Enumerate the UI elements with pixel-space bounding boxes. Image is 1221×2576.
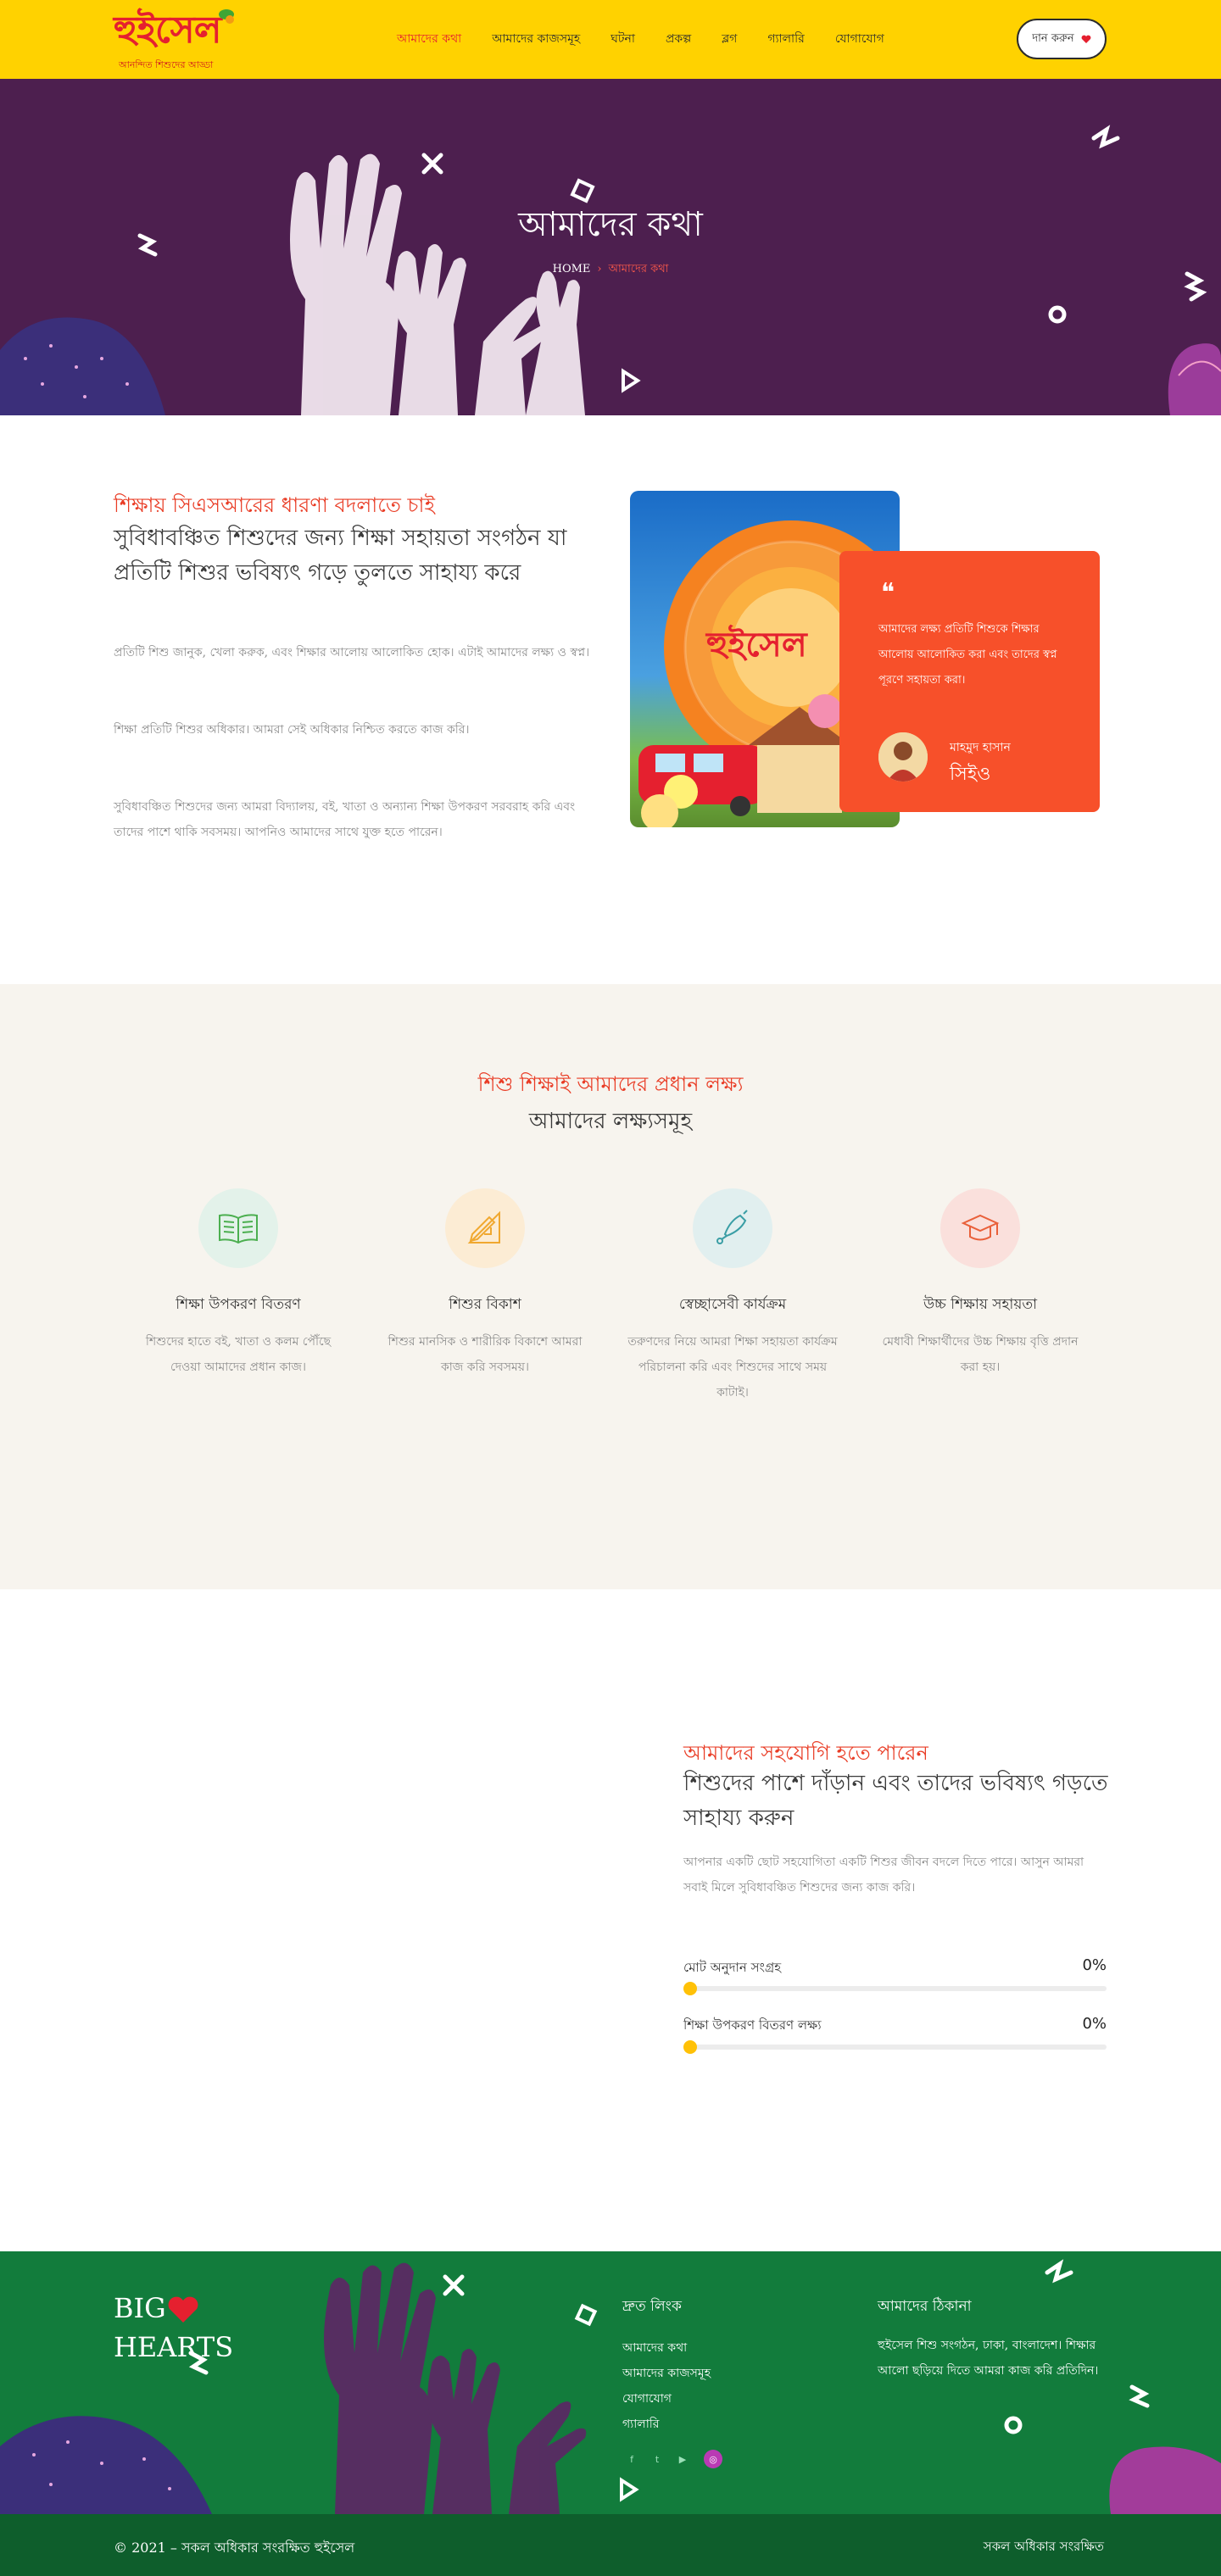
about-title: সুবিধাবঞ্চিত শিশুদের জন্য শিক্ষা সহায়তা… [114,526,567,586]
copyright-text: © 2021 – সকল অধিকার সংরক্ষিত হুইসেল [114,2540,355,2556]
quote-card: ❝ আমাদের লক্ষ্য প্রতিটি শিশুকে শিক্ষার আ… [839,551,1100,812]
breadcrumb: HOME › আমাদের কথা [0,261,1221,279]
breadcrumb-separator: › [597,263,602,275]
facebook-icon[interactable]: f [622,2450,641,2468]
graduation-cap-icon [940,1188,1020,1268]
feature-card: শিক্ষা উপকরণ বিতরণ শিশুদের হাতে বই, খাতা… [132,1188,344,1380]
footer-link[interactable]: আমাদের কথা [622,2338,687,2358]
page-title: আমাদের কথা [518,205,703,244]
support-paragraph: আপনার একটি ছোট সহযোগিতা একটি শিশুর জীবন … [683,1855,1084,1894]
nav-item-projects[interactable]: প্রকল্প [650,29,706,49]
support-title: শিশুদের পাশে দাঁড়ান এবং তাদের ভবিষ্যৎ গ… [683,1771,1108,1831]
quote-author-name: মাহমুদ হাসান [950,741,1011,754]
ruler-pencil-icon [445,1188,525,1268]
leaf-icon [219,9,234,24]
nav-item-blog[interactable]: ব্লগ [706,29,752,49]
feature-title: শিশুর বিকাশ [449,1296,521,1313]
progress-handle [683,2040,697,2054]
feature-text: শিশুর মানসিক ও শারীরিক বিকাশে আমরা কাজ ক… [387,1335,583,1374]
feature-card: উচ্চ শিক্ষায় সহায়তা মেধাবী শিক্ষার্থীদ… [874,1188,1086,1380]
twitter-icon[interactable]: t [648,2450,666,2468]
nav-item-contact[interactable]: যোগাযোগ [820,29,900,49]
nav-item-gallery[interactable]: গ্যালারি [752,29,820,49]
feature-title: উচ্চ শিক্ষায় সহায়তা [923,1296,1038,1313]
bell-icon [693,1188,772,1268]
avatar [878,732,928,782]
footer-contact-heading: আমাদের ঠিকানা [878,2298,972,2315]
heart-icon [168,2296,198,2323]
nav-item-about[interactable]: আমাদের কথা [382,29,477,49]
progress-label: মোট অনুদান সংগ্রহ [683,1960,782,1975]
main-nav: আমাদের কথা আমাদের কাজসমূহ ঘটনা প্রকল্প ব… [382,29,900,49]
about-paragraph: সুবিধাবঞ্চিত শিশুদের জন্য আমরা বিদ্যালয়… [114,800,576,839]
quote-text: আমাদের লক্ষ্য প্রতিটি শিশুকে শিক্ষার আলো… [878,623,1057,687]
feature-card: স্বেচ্ছাসেবী কার্যক্রম তরুণদের নিয়ে আমর… [627,1188,839,1405]
about-paragraph: শিক্ষা প্রতিটি শিশুর অধিকার। আমরা সেই অধ… [114,723,470,737]
site-header: হুইসেল আনন্দিত শিশুদের আড্ডা আমাদের কথা … [0,0,1221,79]
mission-title: আমাদের লক্ষ্যসমূহ [528,1109,693,1134]
about-paragraph: প্রতিটি শিশু জানুক, খেলা করুক, এবং শিক্ষ… [114,646,590,659]
progress-handle [683,1982,697,1995]
footer-brand-line: HEARTS [114,2331,234,2363]
quote-author-role: সিইও [950,764,991,785]
feature-card: শিশুর বিকাশ শিশুর মানসিক ও শারীরিক বিকাশ… [379,1188,591,1380]
svg-text:হুইসেল: হুইসেল [705,625,808,665]
footer-contact-text: হুইসেল শিশু সংগঠন, ঢাকা, বাংলাদেশ। শিক্ষ… [878,2339,1099,2378]
feature-title: শিক্ষা উপকরণ বিতরণ [176,1296,301,1313]
site-logo[interactable]: হুইসেল আনন্দিত শিশুদের আড্ডা [114,7,241,73]
feature-text: মেধাবী শিক্ষার্থীদের উচ্চ শিক্ষায় বৃত্ত… [882,1335,1079,1374]
instagram-icon[interactable]: ◎ [704,2450,722,2468]
breadcrumb-current: আমাদের কথা [608,263,669,275]
logo-text: হুইসেল [114,8,222,52]
youtube-icon[interactable]: ▶ [673,2450,692,2468]
donate-button-label: দান করুন [1032,31,1074,45]
footer-link[interactable]: যোগাযোগ [622,2389,672,2409]
progress-label: শিক্ষা উপকরণ বিতরণ লক্ষ্য [683,2017,822,2033]
feature-title: স্বেচ্ছাসেবী কার্যক্রম [678,1296,787,1313]
footer-bottom-link[interactable]: সকল অধিকার সংরক্ষিত [984,2537,1104,2558]
book-icon [198,1188,278,1268]
nav-item-events[interactable]: ঘটনা [595,29,650,49]
about-subtitle: শিক্ষায় সিএসআরের ধারণা বদলাতে চাই [114,493,435,517]
quote-icon: ❝ [881,578,895,608]
donate-button[interactable]: দান করুন [1017,19,1107,59]
nav-item-works[interactable]: আমাদের কাজসমূহ [477,29,595,49]
page-hero: আমাদের কথা HOME › আমাদের কথা [0,79,1221,415]
progress-bar [683,1982,1107,1995]
progress-percent: 0% [1082,2015,1107,2033]
footer-link[interactable]: গ্যালারি [622,2414,660,2434]
mission-subtitle: শিশু শিক্ষাই আমাদের প্রধান লক্ষ্য [477,1072,744,1096]
breadcrumb-home[interactable]: HOME [553,263,591,275]
progress-bar [683,2040,1107,2054]
feature-text: শিশুদের হাতে বই, খাতা ও কলম পৌঁছে দেওয়া… [145,1335,332,1374]
logo-tagline: আনন্দিত শিশুদের আড্ডা [119,59,214,70]
progress-percent: 0% [1082,1956,1107,1974]
heart-icon [1081,35,1091,43]
footer-links-heading: দ্রুত লিংক [622,2298,682,2315]
feature-text: তরুণদের নিয়ে আমরা শিক্ষা সহায়তা কার্যক… [627,1335,838,1399]
footer-link[interactable]: আমাদের কাজসমূহ [622,2363,711,2384]
